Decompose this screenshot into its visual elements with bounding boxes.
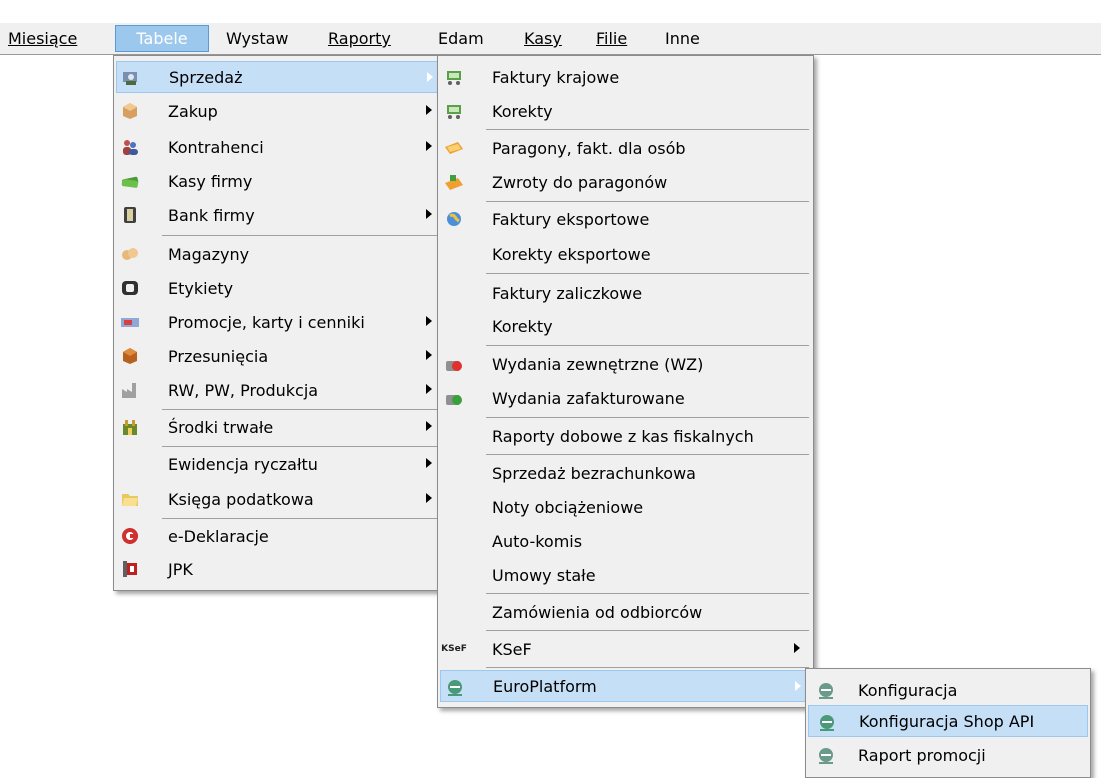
tabele-menu: Sprzedaż Zakup Kontrahenci Kasy firmy Ba… [113, 55, 446, 591]
folder-icon [120, 490, 140, 508]
europlatform-submenu: Konfiguracja Konfiguracja Shop API Rapor… [805, 668, 1091, 778]
menu-inne[interactable]: Inne [659, 25, 706, 52]
sprzedaz-item-auto-komis[interactable]: Auto-komis [440, 525, 811, 557]
sprzedaz-item-korekty-eksportowe[interactable]: Korekty eksportowe [440, 238, 811, 270]
factory-icon [120, 381, 140, 399]
sprzedaz-item-europlatform[interactable]: EuroPlatform [440, 670, 811, 702]
europlatform-item-konfiguracja[interactable]: Konfiguracja [808, 674, 1088, 706]
sprzedaz-item-wydania-zafakturowane[interactable]: Wydania zafakturowane [440, 382, 811, 414]
europlatform-item-raport-promocji[interactable]: Raport promocji [808, 739, 1088, 771]
separator [486, 129, 809, 130]
sprzedaz-item-umowy-stale[interactable]: Umowy stałe [440, 559, 811, 591]
chevron-right-icon [426, 421, 432, 431]
jpk-icon [120, 560, 140, 578]
tabele-item-kasy-firmy[interactable]: Kasy firmy [116, 165, 443, 197]
chevron-right-icon [426, 458, 432, 468]
menu-filie[interactable]: Filie [590, 25, 633, 52]
tabele-item-sprzedaz[interactable]: Sprzedaż [116, 61, 443, 93]
separator [162, 235, 441, 236]
europlatform-icon [816, 746, 836, 764]
chevron-right-icon [427, 72, 433, 82]
tabele-item-kontrahenci[interactable]: Kontrahenci [116, 131, 443, 163]
globe-icon [444, 210, 464, 228]
tabele-item-bank-firmy[interactable]: Bank firmy [116, 199, 443, 231]
sprzedaz-item-noty-obciazeniowe[interactable]: Noty obciążeniowe [440, 491, 811, 523]
tabele-item-ksiega-podatkowa[interactable]: Księga podatkowa [116, 483, 443, 515]
sprzedaz-item-faktury-krajowe[interactable]: Faktury krajowe [440, 61, 811, 93]
europlatform-icon [445, 678, 465, 696]
sprzedaz-item-raporty-dobowe[interactable]: Raporty dobowe z kas fiskalnych [440, 420, 811, 452]
card-icon [120, 313, 140, 331]
separator [162, 446, 441, 447]
menu-bar: Miesiące Tabele Wystaw Raporty Edam Kasy… [0, 23, 1101, 55]
menu-tabele[interactable]: Tabele [115, 25, 209, 52]
sprzedaz-item-faktury-eksportowe[interactable]: Faktury eksportowe [440, 203, 811, 235]
sprzedaz-item-sprzedaz-bezrachunkowa[interactable]: Sprzedaż bezrachunkowa [440, 457, 811, 489]
tabele-item-etykiety[interactable]: Etykiety [116, 272, 443, 304]
chevron-right-icon [426, 493, 432, 503]
europlatform-item-konfiguracja-shop-api[interactable]: Konfiguracja Shop API [808, 705, 1088, 737]
europlatform-icon [817, 713, 837, 731]
tabele-item-rw-pw-produkcja[interactable]: RW, PW, Produkcja [116, 374, 443, 406]
tabele-item-e-deklaracje[interactable]: e-Deklaracje [116, 520, 443, 552]
chevron-right-icon [426, 141, 432, 151]
menu-wystaw[interactable]: Wystaw [220, 25, 295, 52]
menu-kasy[interactable]: Kasy [518, 25, 568, 52]
separator [486, 593, 809, 594]
package-icon [120, 347, 140, 365]
warehouse-icon [120, 245, 140, 263]
return-icon [444, 173, 464, 191]
tabele-item-przesuniecia[interactable]: Przesunięcia [116, 340, 443, 372]
box-icon [120, 102, 140, 120]
separator [486, 201, 809, 202]
sprzedaz-item-zwroty[interactable]: Zwroty do paragonów [440, 166, 811, 198]
europlatform-icon [816, 681, 836, 699]
people-icon [120, 138, 140, 156]
sprzedaz-item-ksef[interactable]: KSeF KSeF [440, 633, 811, 665]
separator [162, 409, 441, 410]
tabele-item-promocje[interactable]: Promocje, karty i cenniki [116, 306, 443, 338]
receipt-icon [444, 139, 464, 157]
separator [486, 345, 809, 346]
menu-raporty[interactable]: Raporty [322, 25, 397, 52]
cart-icon [444, 68, 464, 86]
label-printer-icon [120, 279, 140, 297]
chevron-right-icon [426, 209, 432, 219]
sales-icon [121, 69, 141, 87]
menu-edam[interactable]: Edam [432, 25, 490, 52]
separator [486, 273, 809, 274]
wz-icon [444, 355, 464, 373]
sprzedaz-item-korekty-zaliczkowe[interactable]: Korekty [440, 310, 811, 342]
separator [486, 667, 809, 668]
separator [486, 454, 809, 455]
e-declaration-icon [120, 527, 140, 545]
chevron-right-icon [426, 350, 432, 360]
tabele-item-jpk[interactable]: JPK [116, 553, 443, 585]
chevron-right-icon [426, 316, 432, 326]
cart-icon [444, 102, 464, 120]
sprzedaz-item-paragony[interactable]: Paragony, fakt. dla osób [440, 132, 811, 164]
menu-miesiace[interactable]: Miesiące [2, 25, 83, 52]
bank-icon [120, 206, 140, 224]
fixed-assets-icon [120, 418, 140, 436]
sprzedaz-submenu: Faktury krajowe Korekty Paragony, fakt. … [437, 55, 814, 708]
separator [486, 417, 809, 418]
sprzedaz-item-zamowienia[interactable]: Zamówienia od odbiorców [440, 596, 811, 628]
chevron-right-icon [426, 105, 432, 115]
chevron-right-icon [794, 643, 800, 653]
ksef-icon: KSeF [441, 644, 467, 654]
sprzedaz-item-faktury-zaliczkowe[interactable]: Faktury zaliczkowe [440, 277, 811, 309]
tabele-item-ewidencja-ryczaltu[interactable]: Ewidencja ryczałtu [116, 448, 443, 480]
sprzedaz-item-korekty[interactable]: Korekty [440, 95, 811, 127]
chevron-right-icon [426, 384, 432, 394]
chevron-right-icon [795, 681, 801, 691]
money-icon [120, 172, 140, 190]
wz-invoiced-icon [444, 389, 464, 407]
sprzedaz-item-wydania-zewnetrzne[interactable]: Wydania zewnętrzne (WZ) [440, 348, 811, 380]
tabele-item-srodki-trwale[interactable]: Środki trwałe [116, 411, 443, 443]
separator [486, 630, 809, 631]
tabele-item-magazyny[interactable]: Magazyny [116, 238, 443, 270]
separator [162, 518, 441, 519]
tabele-item-zakup[interactable]: Zakup [116, 95, 443, 127]
